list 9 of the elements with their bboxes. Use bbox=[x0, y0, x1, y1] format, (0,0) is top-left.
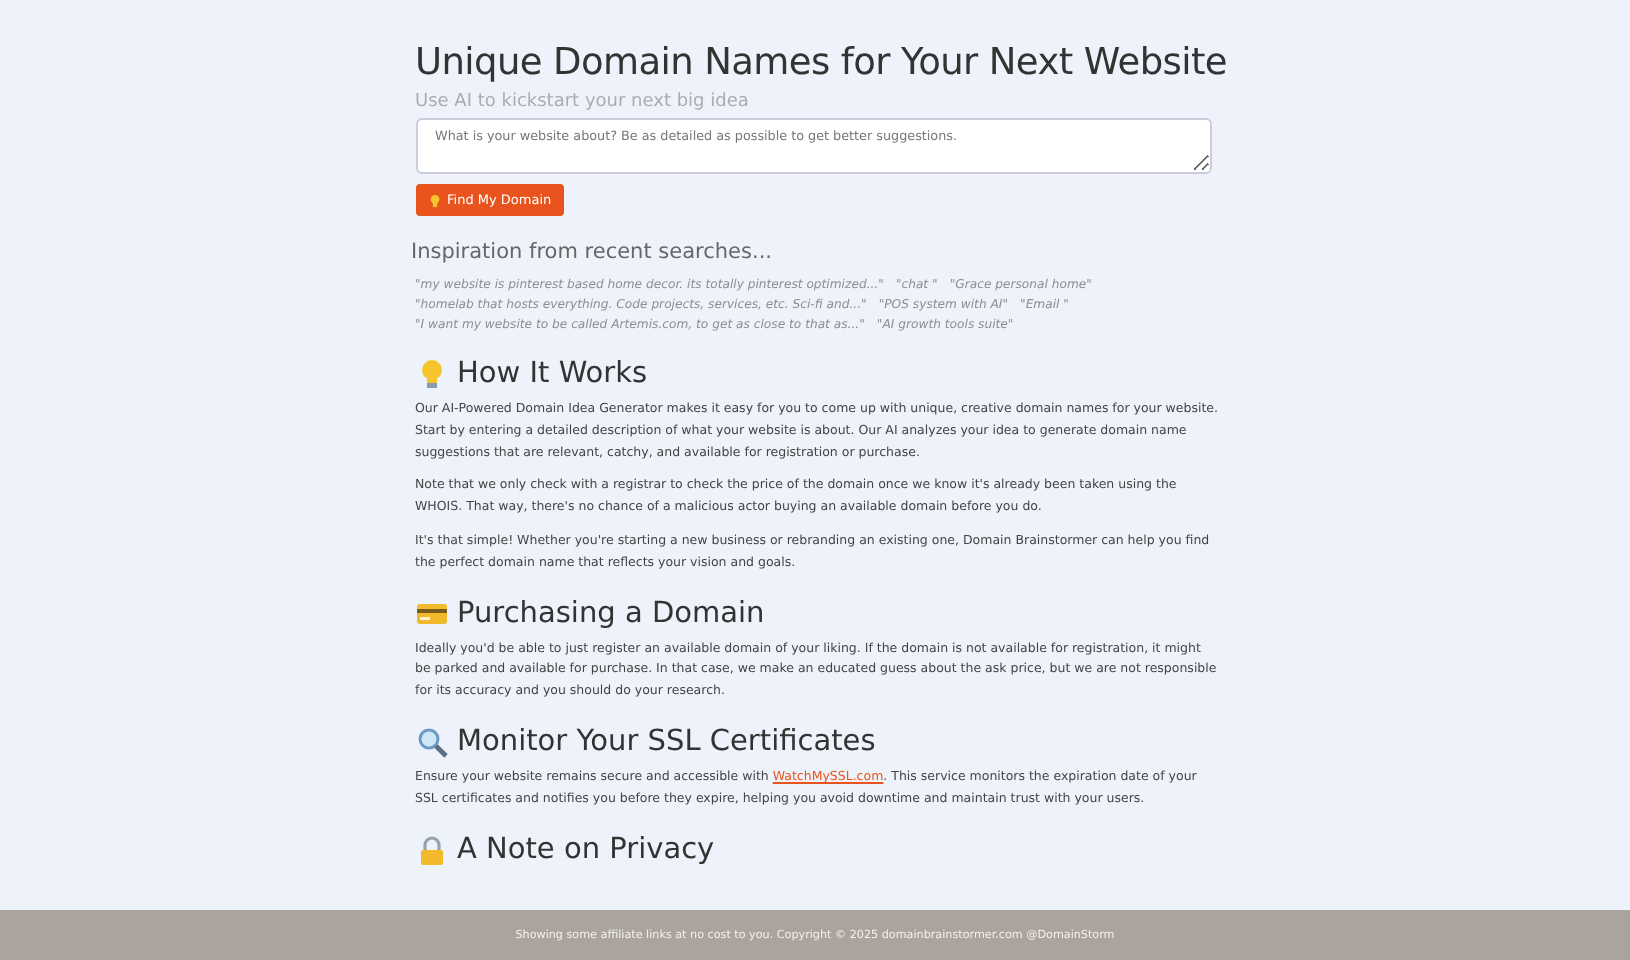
lock-icon bbox=[415, 833, 447, 866]
subtitle: Use AI to kickstart your next big idea bbox=[415, 92, 751, 112]
search-icon bbox=[415, 725, 447, 758]
section-heading: How It Works bbox=[457, 358, 648, 390]
section-heading: A Note on Privacy bbox=[457, 833, 715, 866]
section-heading: Monitor Your SSL Certificates bbox=[457, 725, 876, 758]
inspiration-heading: Inspiration from recent searches... bbox=[411, 240, 774, 264]
lightbulb-icon bbox=[427, 193, 441, 207]
section-heading: Purchasing a Domain bbox=[457, 597, 765, 630]
